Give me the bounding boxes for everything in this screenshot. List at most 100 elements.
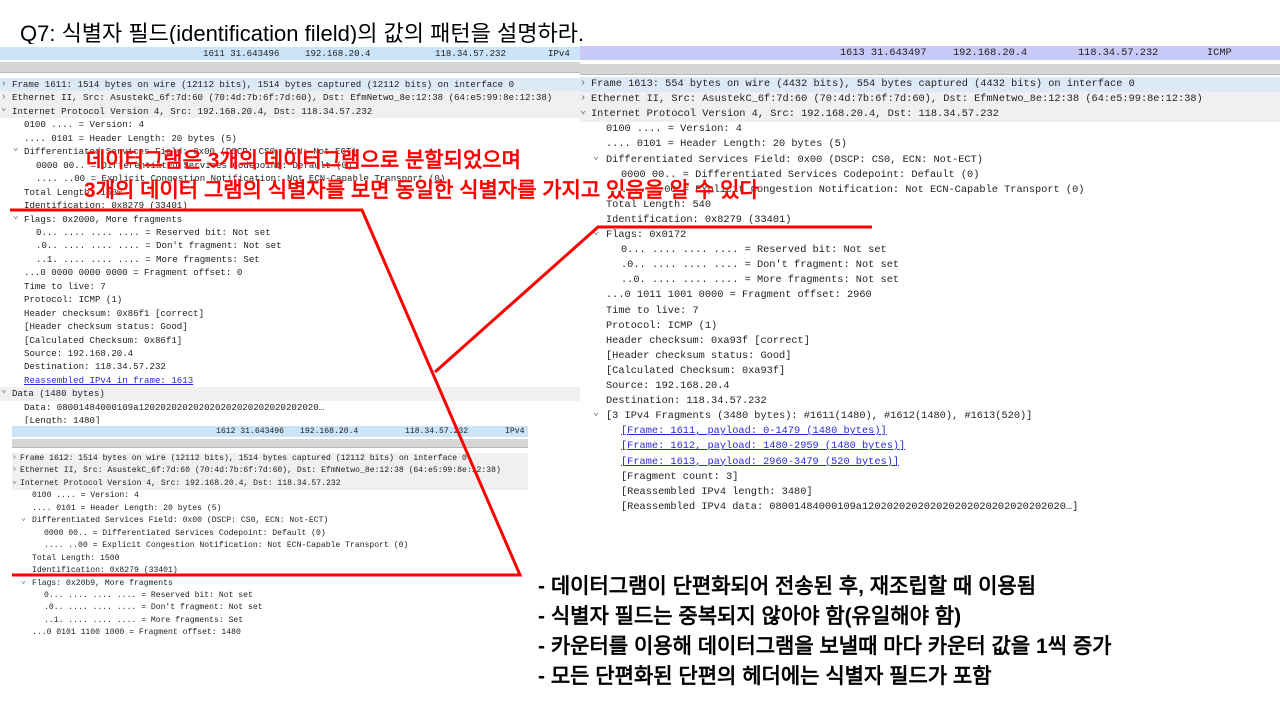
chevron-down-icon[interactable]: ⌄	[21, 512, 26, 523]
packet-source: 192.168.20.4	[953, 47, 1028, 59]
chevron-down-icon[interactable]: ⌄	[593, 406, 599, 419]
packet-source: 192.168.20.4	[300, 427, 359, 436]
tree-item: [Reassembled IPv4 data: 08001484000109a1…	[580, 500, 1280, 515]
tree-item: ...0 0101 1100 1000 = Fragment offset: 1…	[12, 627, 528, 639]
tree-item-text: Internet Protocol Version 4, Src: 192.16…	[591, 108, 999, 121]
tree-item: 0... .... .... .... = Reserved bit: Not …	[0, 226, 580, 239]
packet-list-row[interactable]: 1612 31.643496 192.168.20.4 118.34.57.232 I…	[12, 426, 528, 437]
chevron-right-icon[interactable]: ›	[580, 92, 586, 104]
chevron-right-icon[interactable]: ›	[12, 453, 17, 462]
tree-link[interactable]: [Frame: 1612, payload: 1480-2959 (1480 b…	[580, 439, 1280, 454]
packet-destination: 118.34.57.232	[1078, 47, 1159, 59]
tree-item-text: [3 IPv4 Fragments (3480 bytes): #1611(14…	[606, 410, 1033, 423]
tree-item-text: Source: 192.168.20.4	[606, 380, 730, 392]
tree-link[interactable]: [Frame: 1611, payload: 0-1479 (1480 byte…	[580, 424, 1280, 439]
tree-item-text: ..1. .... .... .... = More fragments: Se…	[44, 615, 244, 625]
annotation-line-1: 데이터그램은 3개의 데이터그램으로 분할되었으며	[86, 149, 521, 172]
tree-item: Identification: 0x8279 (33401)	[580, 213, 1280, 228]
tree-item: .... 0101 = Header Length: 20 bytes (5)	[12, 503, 528, 515]
tree-item: Time to live: 7	[580, 304, 1280, 319]
tree-item: [Header checksum status: Good]	[580, 349, 1280, 364]
tree-item-text: Protocol: ICMP (1)	[24, 294, 123, 306]
chevron-right-icon[interactable]: ›	[12, 465, 17, 474]
tree-item[interactable]: › Ethernet II, Src: AsustekC_6f:7d:60 (70…	[12, 465, 528, 478]
tree-item[interactable]: ⌄ Flags: 0x20b9, More fragments	[12, 575, 528, 590]
chevron-down-icon[interactable]: ⌄	[21, 575, 26, 586]
bullet-item: - 모든 단편화된 단편의 헤더에는 식별자 필드가 포함	[538, 665, 992, 688]
tree-link[interactable]: [Frame: 1613, payload: 2960-3479 (520 by…	[580, 455, 1280, 470]
packet-destination: 118.34.57.232	[435, 48, 506, 59]
tree-item: .... ..00 = Explicit Congestion Notifica…	[12, 540, 528, 552]
tree-item[interactable]: ⌄ Internet Protocol Version 4, Src: 192.1…	[0, 102, 580, 119]
tree-item-text: Ethernet II, Src: AsustekC_6f:7d:60 (70:…	[12, 92, 553, 104]
tree-item[interactable]: › Frame 1611: 1514 bytes on wire (12112 b…	[0, 78, 580, 92]
tree-item[interactable]: › Frame 1612: 1514 bytes on wire (12112 b…	[12, 453, 528, 466]
tree-item-text: ..1. .... .... .... = More fragments: Se…	[36, 253, 260, 265]
tree-item[interactable]: › Ethernet II, Src: AsustekC_6f:7d:60 (70…	[580, 92, 1280, 108]
tree-item-text: Differentiated Services Field: 0x00 (DSC…	[32, 516, 329, 526]
tree-item: [Reassembled IPv4 length: 3480]	[580, 485, 1280, 500]
tree-item-text: 0... .... .... .... = Reserved bit: Not …	[44, 590, 253, 600]
bullet-item: - 데이터그램이 단편화되어 전송된 후, 재조립할 때 이용됨	[538, 575, 1037, 598]
chevron-down-icon[interactable]: ⌄	[12, 475, 17, 486]
tree-item-text: .0.. .... .... .... = Don't fragment: No…	[36, 240, 282, 252]
packet-list-row[interactable]: 1613 31.643497 192.168.20.4 118.34.57.232 I…	[580, 46, 1280, 60]
chevron-right-icon[interactable]: ›	[1, 78, 6, 89]
packet-number-time: 1612 31.643496	[216, 427, 284, 436]
chevron-down-icon[interactable]: ⌄	[580, 104, 586, 117]
tree-item-text: Destination: 118.34.57.232	[606, 395, 767, 408]
horizontal-scrollbar[interactable]	[0, 62, 580, 73]
tree-item-text: Internet Protocol Version 4, Src: 192.16…	[12, 105, 373, 117]
packet-list-row[interactable]: 1611 31.643496 192.168.20.4 118.34.57.232 I…	[0, 47, 580, 60]
tree-item-text: ..0. .... .... .... = More fragments: No…	[621, 274, 900, 287]
chevron-down-icon[interactable]: ⌄	[593, 225, 599, 238]
tree-item[interactable]: ⌄ Data (1480 bytes)	[0, 384, 580, 401]
tree-item-text: 0100 .... = Version: 4	[32, 491, 139, 501]
horizontal-scrollbar[interactable]	[580, 64, 1280, 75]
tree-item[interactable]: ⌄ Flags: 0x0172	[580, 225, 1280, 243]
tree-item-text: .... 0101 = Header Length: 20 bytes (5)	[24, 132, 237, 144]
bullet-item: - 식별자 필드는 중복되지 않아야 함(유일해야 함)	[538, 605, 962, 628]
chevron-down-icon[interactable]: ⌄	[1, 102, 6, 113]
tree-item-text: Time to live: 7	[606, 304, 699, 317]
chevron-down-icon[interactable]: ⌄	[593, 150, 599, 163]
annotation-line-2: 3개의 데이터 그램의 식별자를 보면 동일한 식별자를 가지고 있음을 알 수…	[84, 179, 759, 202]
tree-item[interactable]: ⌄ Flags: 0x2000, More fragments	[0, 210, 580, 226]
tree-item[interactable]: ⌄ Differentiated Services Field: 0x00 (DS…	[12, 512, 528, 527]
tree-item: [Calculated Checksum: 0x86f1]	[0, 334, 580, 347]
tree-item: 0... .... .... .... = Reserved bit: Not …	[12, 590, 528, 602]
tree-item-text: Identification: 0x8279 (33401)	[32, 566, 178, 576]
tree-item-text: [Calculated Checksum: 0x86f1]	[24, 334, 183, 346]
packet-protocol: ICMP	[1207, 47, 1232, 59]
packet-number-time: 1613 31.643497	[840, 47, 927, 59]
tree-item-text: Frame 1612: 1514 bytes on wire (12112 bi…	[20, 454, 467, 463]
tree-item-text: Ethernet II, Src: AsustekC_6f:7d:60 (70:…	[20, 466, 501, 476]
tree-item-text: [Reassembled IPv4 data: 08001484000109a1…	[621, 500, 1079, 513]
tree-item[interactable]: › Frame 1613: 554 bytes on wire (4432 bit…	[580, 77, 1280, 93]
chevron-down-icon[interactable]: ⌄	[13, 142, 18, 153]
tree-item: .0.. .... .... .... = Don't fragment: No…	[0, 239, 580, 252]
tree-item: 0100 .... = Version: 4	[580, 122, 1280, 137]
tree-item[interactable]: ⌄ Internet Protocol Version 4, Src: 192.1…	[580, 104, 1280, 123]
tree-item: .... 0101 = Header Length: 20 bytes (5)	[580, 137, 1280, 152]
tree-item-text: Source: 192.168.20.4	[24, 348, 134, 359]
horizontal-scrollbar[interactable]	[12, 439, 528, 448]
tree-item[interactable]: ⌄ Differentiated Services Field: 0x00 (DS…	[580, 150, 1280, 168]
tree-item[interactable]: ⌄ Internet Protocol Version 4, Src: 192.1…	[12, 475, 528, 491]
tree-item: Identification: 0x8279 (33401)	[12, 565, 528, 577]
tree-item: Source: 192.168.20.4	[580, 379, 1280, 394]
chevron-right-icon[interactable]: ›	[1, 91, 6, 102]
tree-item-text: Flags: 0x0172	[606, 229, 687, 241]
tree-item[interactable]: › Ethernet II, Src: AsustekC_6f:7d:60 (70…	[0, 91, 580, 105]
chevron-down-icon[interactable]: ⌄	[13, 210, 18, 221]
tree-item-text: [Reassembled IPv4 length: 3480]	[621, 485, 813, 498]
packet-source: 192.168.20.4	[305, 48, 371, 59]
tree-item[interactable]: ⌄ [3 IPv4 Fragments (3480 bytes): #1611(1…	[580, 406, 1280, 424]
tree-item-text: [Frame: 1611, payload: 0-1479 (1480 byte…	[621, 425, 887, 438]
chevron-down-icon[interactable]: ⌄	[1, 384, 6, 395]
chevron-right-icon[interactable]: ›	[580, 77, 586, 89]
tree-link[interactable]: Reassembled IPv4 in frame: 1613	[0, 374, 580, 387]
tree-item: 0100 .... = Version: 4	[12, 490, 528, 502]
tree-item-text: Time to live: 7	[24, 280, 106, 292]
tree-item-text: Reassembled IPv4 in frame: 1613	[24, 374, 194, 386]
